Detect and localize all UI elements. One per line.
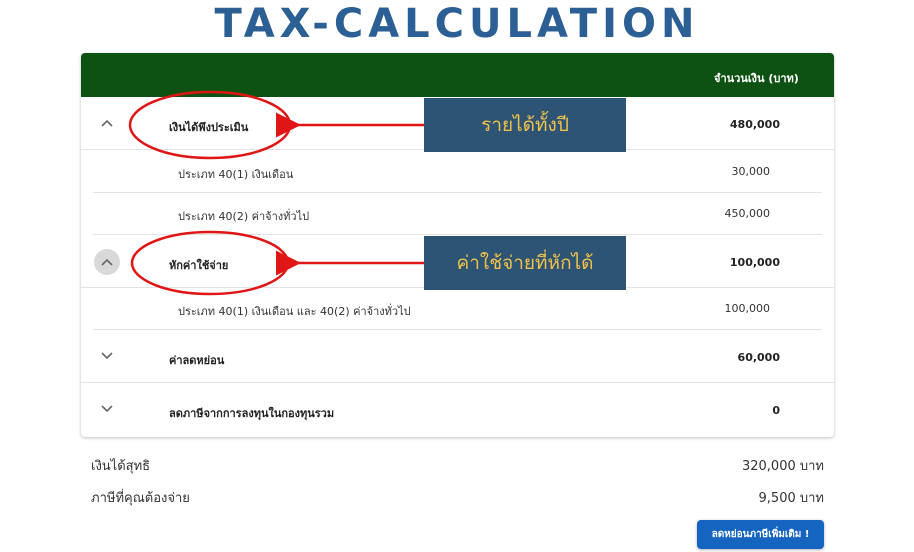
page-title: TAX-CALCULATION bbox=[214, 1, 700, 47]
chevron-up-icon[interactable] bbox=[94, 249, 120, 275]
fund-row[interactable]: ลดภาษีจากการลงทุนในกองทุนรวม 0 bbox=[81, 383, 834, 436]
deduction-label: ค่าลดหย่อน bbox=[169, 354, 225, 367]
chevron-down-icon[interactable] bbox=[94, 396, 120, 422]
expense-value: 100,000 bbox=[729, 256, 780, 269]
more-deductions-button[interactable]: ลดหย่อนภาษีเพิ่มเติม ! bbox=[697, 520, 824, 549]
chevron-down-icon[interactable] bbox=[94, 343, 120, 369]
income-item-label: ประเภท 40(2) ค่าจ้างทั่วไป bbox=[178, 210, 310, 223]
tax-payable-label: ภาษีที่คุณต้องจ่าย bbox=[91, 491, 190, 506]
income-callout: รายได้ทั้งปี bbox=[424, 98, 626, 152]
expense-callout: ค่าใช้จ่ายที่หักได้ bbox=[424, 236, 626, 290]
income-item-value: 450,000 bbox=[724, 207, 771, 220]
expense-item-label: ประเภท 40(1) เงินเดือน และ 40(2) ค่าจ้าง… bbox=[178, 305, 411, 318]
income-item-label: ประเภท 40(1) เงินเดือน bbox=[178, 168, 294, 181]
fund-value: 0 bbox=[772, 404, 780, 417]
table-header: จำนวนเงิน (บาท) bbox=[81, 53, 834, 97]
tax-payable-value: 9,500 บาท bbox=[758, 491, 824, 506]
expense-label: หักค่าใช้จ่าย bbox=[169, 259, 229, 272]
list-item: ประเภท 40(1) เงินเดือน 30,000 bbox=[81, 151, 834, 193]
fund-label: ลดภาษีจากการลงทุนในกองทุนรวม bbox=[169, 407, 335, 420]
amount-column-header: จำนวนเงิน (บาท) bbox=[714, 72, 799, 85]
net-income-label: เงินได้สุทธิ bbox=[91, 459, 151, 474]
deduction-value: 60,000 bbox=[737, 351, 780, 364]
list-item: ประเภท 40(1) เงินเดือน และ 40(2) ค่าจ้าง… bbox=[81, 288, 834, 330]
income-label: เงินได้พึงประเมิน bbox=[169, 121, 249, 134]
income-value: 480,000 bbox=[729, 118, 780, 131]
net-income-value: 320,000 บาท bbox=[741, 459, 824, 474]
deduction-row[interactable]: ค่าลดหย่อน 60,000 bbox=[81, 330, 834, 383]
list-item: ประเภท 40(2) ค่าจ้างทั่วไป 450,000 bbox=[81, 193, 834, 235]
chevron-up-icon[interactable] bbox=[94, 110, 120, 136]
expense-item-value: 100,000 bbox=[724, 302, 771, 315]
income-item-value: 30,000 bbox=[731, 165, 771, 178]
